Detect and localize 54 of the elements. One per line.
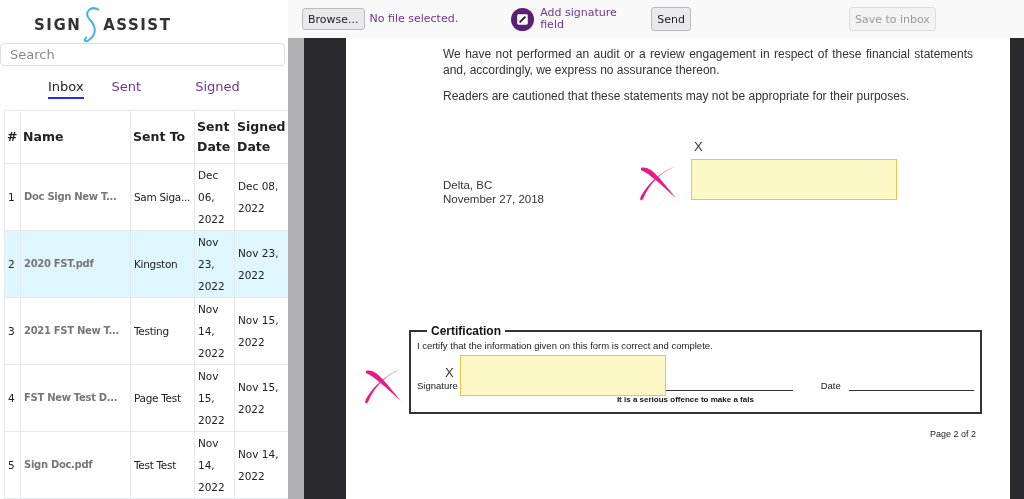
table-row[interactable]: 3 2021 FST New T... Testing Nov 14, 2022 Nov 15, 2022 — [4, 297, 288, 365]
table-cell: Doc Sign New T... — [20, 163, 131, 231]
logo-text: SIGN — [34, 16, 82, 34]
table-row[interactable]: 2 2020 FST.pdf Kingston Nov 23, 2022 Nov 23, 2022 — [4, 230, 288, 298]
logo-text: ASSIST — [103, 16, 172, 34]
field-marker: X — [445, 365, 454, 380]
signature-label: Signature — [417, 380, 458, 391]
date-label: Date — [820, 380, 841, 391]
search-field[interactable]: Search — [0, 43, 285, 66]
table-cell: 3 — [4, 297, 21, 365]
table-cell: 2 — [4, 230, 21, 298]
table-cell: Dec 06, 2022 — [194, 163, 235, 231]
field-marker: X — [694, 139, 703, 154]
table-row[interactable]: 4 FST New Test D... Page Test Nov 15, 2022 Nov 15, 2022 — [4, 364, 288, 432]
table-cell: Test Test — [130, 431, 195, 499]
certification-statement: I certify that the information given on this form is correct and complete. — [417, 340, 714, 351]
table-cell: Nov 15, 2022 — [194, 364, 235, 432]
signature-field[interactable] — [691, 159, 897, 200]
table-cell: Sign Doc.pdf — [20, 431, 131, 499]
column-header: # — [4, 110, 21, 164]
column-header: Name — [20, 110, 131, 164]
document-paragraph: We have not performed an audit or a review engagement in respect of these financial statements and, accordingly, we express no assurance thereon. — [443, 46, 973, 78]
browse-button[interactable]: Browse... — [302, 8, 365, 30]
file-status: No file selected. — [369, 13, 459, 25]
table-cell: 1 — [4, 163, 21, 231]
table-cell: 4 — [4, 364, 21, 432]
document-paragraph: Readers are cautioned that these statements may not be appropriate for their purposes. — [443, 88, 911, 104]
signature-field[interactable] — [460, 355, 666, 396]
page-number: Page 2 of 2 — [930, 429, 978, 439]
table-cell: Page Test — [130, 364, 195, 432]
tab[interactable]: Signed — [195, 78, 240, 99]
table-cell: FST New Test D... — [20, 364, 131, 432]
column-header: Sent To — [130, 110, 195, 164]
table-cell: Nov 14, 2022 — [194, 431, 235, 499]
table-cell: 5 — [4, 431, 21, 499]
document-text: Delta, BC — [443, 178, 494, 192]
table-cell: 2020 FST.pdf — [20, 230, 131, 298]
table-cell: Nov 23, 2022 — [194, 230, 235, 298]
tab[interactable]: Sent — [111, 78, 142, 99]
table-cell: Testing — [130, 297, 195, 365]
table-cell: Kingston — [130, 230, 195, 298]
table-cell: Sam Siga... — [130, 163, 195, 231]
warning-text: It is a serious offence to make a fals — [615, 395, 755, 404]
table-cell: Nov 14, 2022 — [194, 297, 235, 365]
add-signature-field-button[interactable]: Add signature field — [511, 7, 631, 31]
certification-title: Certification — [430, 324, 502, 338]
column-header: Sent Date — [194, 110, 235, 164]
table-cell: 2021 FST New T... — [20, 297, 131, 365]
edit-icon — [511, 7, 535, 31]
table-row[interactable]: 5 Sign Doc.pdf Test Test Nov 14, 2022 Nov 14, 2022 — [4, 431, 288, 499]
table-row[interactable]: 1 Doc Sign New T... Sam Siga... Dec 06, 2022 Dec 08, 2022 — [4, 163, 288, 231]
tab[interactable]: Inbox — [48, 78, 84, 99]
send-button[interactable]: Send — [651, 7, 691, 31]
document-text: November 27, 2018 — [443, 192, 545, 206]
